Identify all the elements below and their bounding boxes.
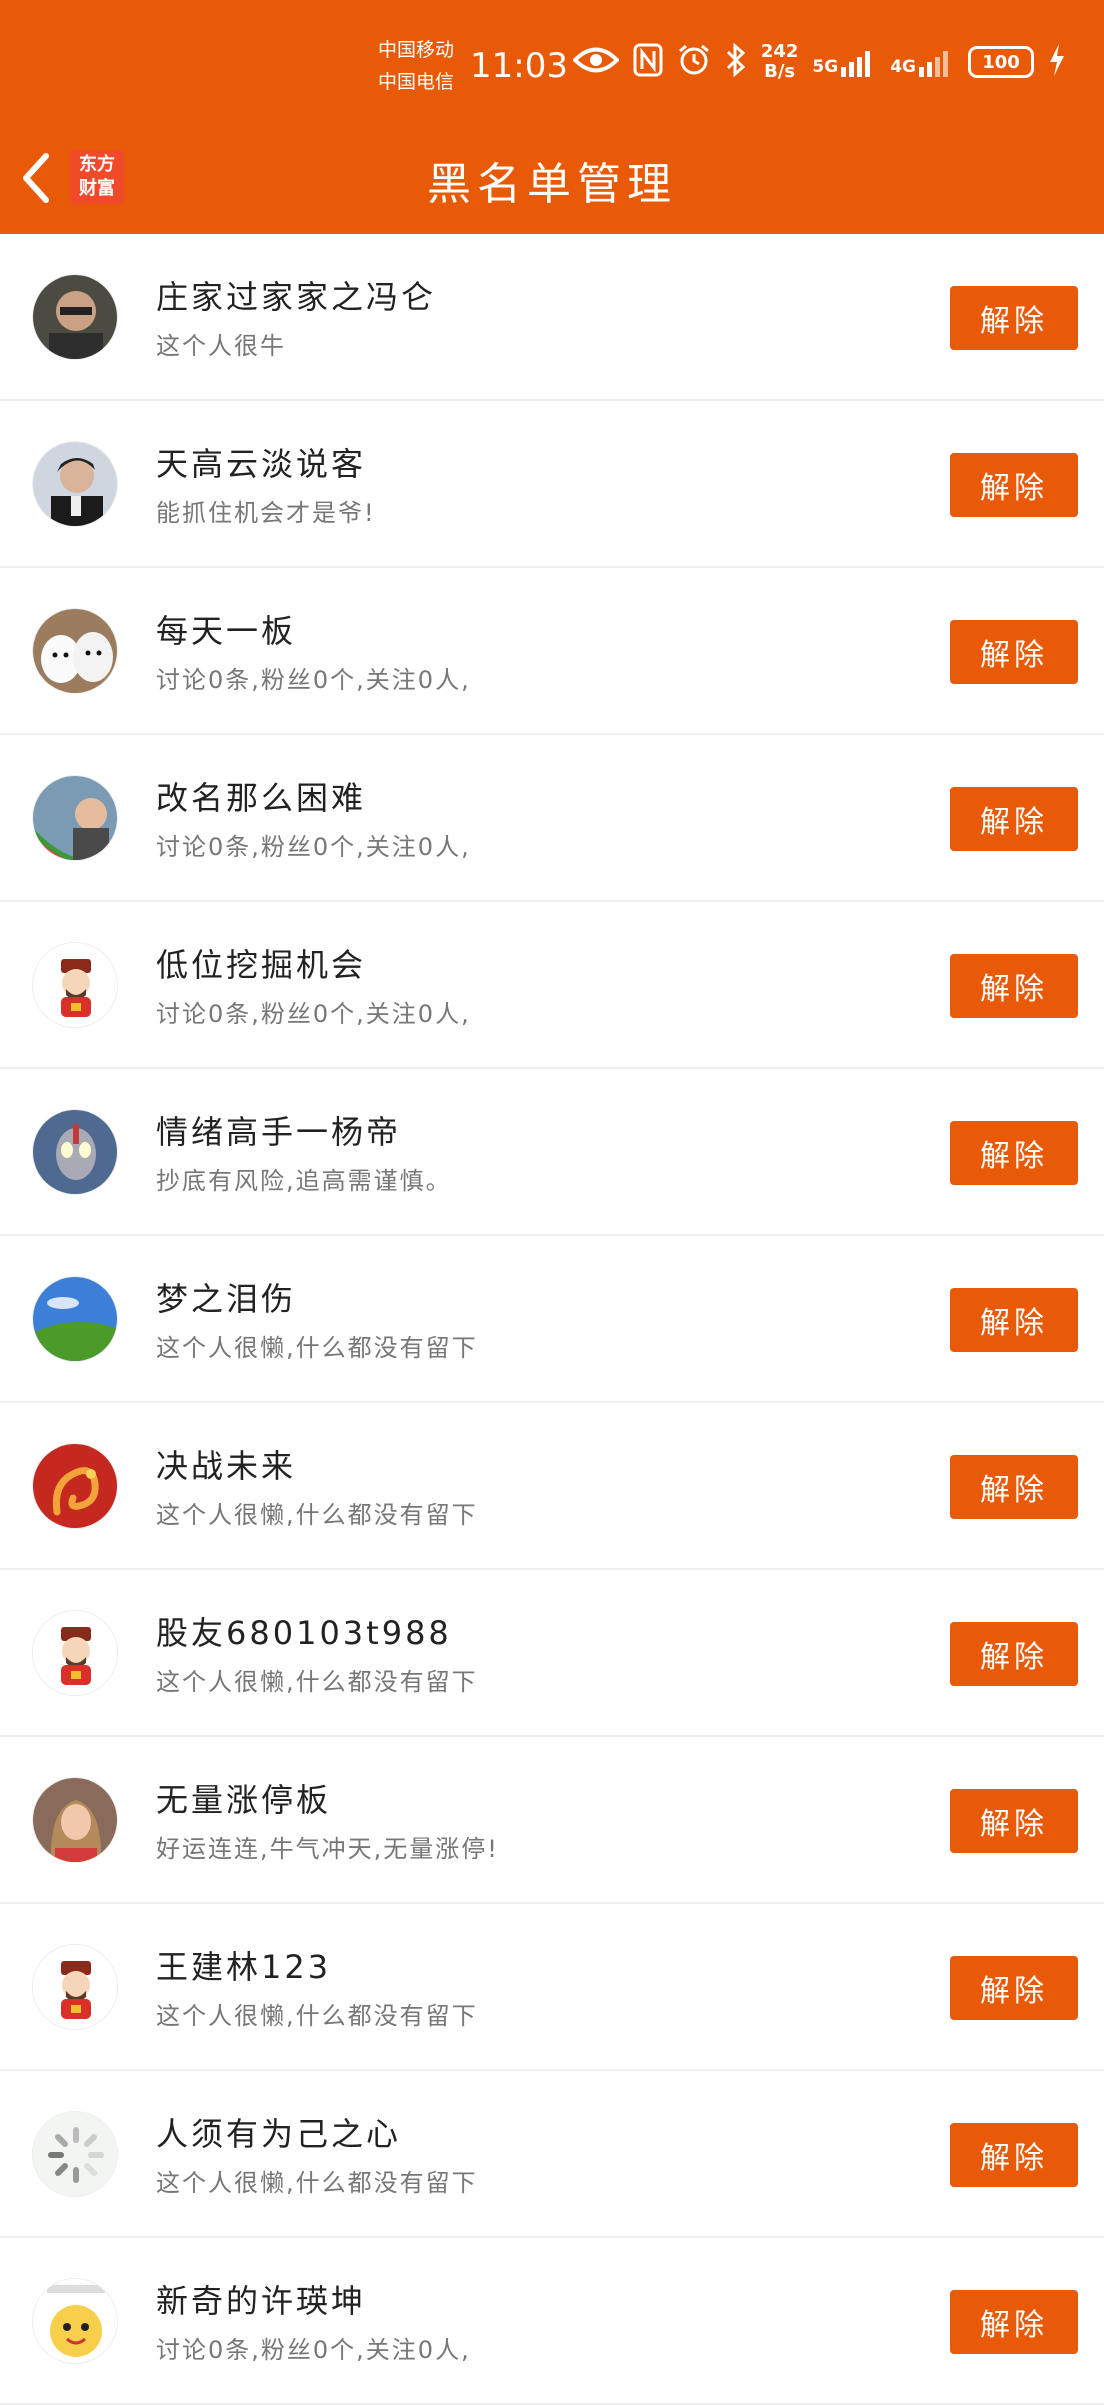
unblock-button[interactable]: 解除 xyxy=(950,1121,1078,1185)
list-item[interactable]: 天高云淡说客能抓住机会才是爷! 解除 xyxy=(0,401,1104,568)
avatar[interactable] xyxy=(32,775,118,861)
signal-4g: 4G xyxy=(890,47,954,77)
signal-5g-label: 5G xyxy=(812,57,839,77)
avatar[interactable] xyxy=(32,441,118,527)
unblock-button[interactable]: 解除 xyxy=(950,620,1078,684)
list-item[interactable]: 改名那么困难讨论0条,粉丝0个,关注0人, 解除 xyxy=(0,735,1104,902)
avatar[interactable] xyxy=(32,1276,118,1362)
unblock-button[interactable]: 解除 xyxy=(950,1622,1078,1686)
signal-bars-icon xyxy=(919,51,948,77)
avatar[interactable] xyxy=(32,2278,118,2364)
user-description: 这个人很懒,什么都没有留下 xyxy=(156,2002,478,2030)
user-description: 讨论0条,粉丝0个,关注0人, xyxy=(156,2336,471,2364)
unblock-button[interactable]: 解除 xyxy=(950,286,1078,350)
avatar[interactable] xyxy=(32,1109,118,1195)
list-item[interactable]: 王建林123 这个人很懒,什么都没有留下 解除 xyxy=(0,1904,1104,2071)
user-description: 这个人很懒,什么都没有留下 xyxy=(156,1334,478,1362)
signal-4g-label: 4G xyxy=(890,57,916,77)
nfc-icon xyxy=(633,43,663,81)
status-bar: 中国移动 中国电信 11:03 242 B/s 5G 4G 100 xyxy=(0,0,1104,130)
avatar[interactable] xyxy=(32,2111,118,2197)
user-name: 决战未来 xyxy=(156,1447,297,1485)
user-description: 讨论0条,粉丝0个,关注0人, xyxy=(156,666,471,694)
user-name: 王建林123 xyxy=(156,1948,332,1986)
user-description: 这个人很懒,什么都没有留下 xyxy=(156,2169,478,2197)
list-item[interactable]: 庄家过家家之冯仑这个人很牛 解除 xyxy=(0,234,1104,401)
user-description: 这个人很牛 xyxy=(156,332,286,360)
list-item[interactable]: 梦之泪伤这个人很懒,什么都没有留下 解除 xyxy=(0,1236,1104,1403)
unblock-button[interactable]: 解除 xyxy=(950,2290,1078,2354)
avatar[interactable] xyxy=(32,608,118,694)
user-description: 讨论0条,粉丝0个,关注0人, xyxy=(156,833,471,861)
user-name: 新奇的许瑛坤 xyxy=(156,2282,367,2320)
user-description: 能抓住机会才是爷! xyxy=(156,499,376,527)
user-description: 好运连连,牛气冲天,无量涨停! xyxy=(156,1835,499,1863)
carrier-labels: 中国移动 中国电信 xyxy=(378,34,454,98)
user-description: 讨论0条,粉丝0个,关注0人, xyxy=(156,1000,471,1028)
user-name: 天高云淡说客 xyxy=(156,445,367,483)
avatar[interactable] xyxy=(32,274,118,360)
list-item[interactable]: 每天一板讨论0条,粉丝0个,关注0人, 解除 xyxy=(0,568,1104,735)
user-name: 人须有为己之心 xyxy=(156,2115,402,2153)
avatar[interactable] xyxy=(32,1610,118,1696)
list-item[interactable]: 低位挖掘机会讨论0条,粉丝0个,关注0人, 解除 xyxy=(0,902,1104,1069)
carrier-2: 中国电信 xyxy=(378,71,455,93)
list-item[interactable]: 无量涨停板好运连连,牛气冲天,无量涨停! 解除 xyxy=(0,1737,1104,1904)
user-name: 无量涨停板 xyxy=(156,1781,332,1819)
user-description: 这个人很懒,什么都没有留下 xyxy=(156,1501,478,1529)
signal-bars-icon xyxy=(841,51,871,77)
user-name: 股友680103t988 xyxy=(156,1614,452,1652)
network-speed: 242 B/s xyxy=(761,42,799,82)
status-time: 11:03 xyxy=(470,46,568,86)
avatar[interactable] xyxy=(32,942,118,1028)
blacklist: 庄家过家家之冯仑 这个人很牛 解除 天高云淡说客 能抓住机会才是爷! 解除 每天一板 讨论0条… xyxy=(0,234,1104,2405)
battery-indicator: 100 xyxy=(968,46,1034,78)
user-name: 改名那么困难 xyxy=(156,779,367,817)
user-description: 这个人很懒,什么都没有留下 xyxy=(156,1668,478,1696)
charging-icon xyxy=(1048,43,1066,81)
unblock-button[interactable]: 解除 xyxy=(950,453,1078,517)
unblock-button[interactable]: 解除 xyxy=(950,787,1078,851)
carrier-1: 中国移动 xyxy=(378,39,455,61)
nav-bar: 东方 财富 黑名单管理 xyxy=(0,130,1104,234)
bluetooth-icon xyxy=(725,42,747,81)
user-description: 抄底有风险,追高需谨慎。 xyxy=(156,1167,452,1195)
unblock-button[interactable]: 解除 xyxy=(950,1288,1078,1352)
avatar[interactable] xyxy=(32,1944,118,2030)
user-name: 每天一板 xyxy=(156,612,297,650)
page-title: 黑名单管理 xyxy=(427,159,677,210)
unblock-button[interactable]: 解除 xyxy=(950,1455,1078,1519)
list-item[interactable]: 股友680103t988 这个人很懒,什么都没有留下 解除 xyxy=(0,1570,1104,1737)
unblock-button[interactable]: 解除 xyxy=(950,1956,1078,2020)
network-speed-unit: B/s xyxy=(764,61,796,82)
avatar[interactable] xyxy=(32,1443,118,1529)
list-item[interactable]: 决战未来这个人很懒,什么都没有留下 解除 xyxy=(0,1403,1104,1570)
status-icons: 242 B/s 5G 4G 100 xyxy=(571,42,1066,82)
unblock-button[interactable]: 解除 xyxy=(950,2123,1078,2187)
alarm-icon xyxy=(677,43,711,81)
unblock-button[interactable]: 解除 xyxy=(950,954,1078,1018)
user-name: 庄家过家家之冯仑 xyxy=(156,278,437,316)
user-name: 情绪高手一杨帝 xyxy=(156,1113,402,1151)
signal-5g: 5G xyxy=(812,47,876,77)
list-item[interactable]: 新奇的许瑛坤讨论0条,粉丝0个,关注0人, 解除 xyxy=(0,2238,1104,2405)
eye-icon xyxy=(571,45,620,79)
user-name: 梦之泪伤 xyxy=(156,1280,297,1318)
unblock-button[interactable]: 解除 xyxy=(950,1789,1078,1853)
list-item[interactable]: 情绪高手一杨帝抄底有风险,追高需谨慎。 解除 xyxy=(0,1069,1104,1236)
list-item[interactable]: 人须有为己之心这个人很懒,什么都没有留下 解除 xyxy=(0,2071,1104,2238)
avatar[interactable] xyxy=(32,1777,118,1863)
top-bar: 中国移动 中国电信 11:03 242 B/s 5G 4G 100 东方 财富 … xyxy=(0,0,1104,234)
user-name: 低位挖掘机会 xyxy=(156,946,367,984)
network-speed-value: 242 xyxy=(760,41,799,62)
